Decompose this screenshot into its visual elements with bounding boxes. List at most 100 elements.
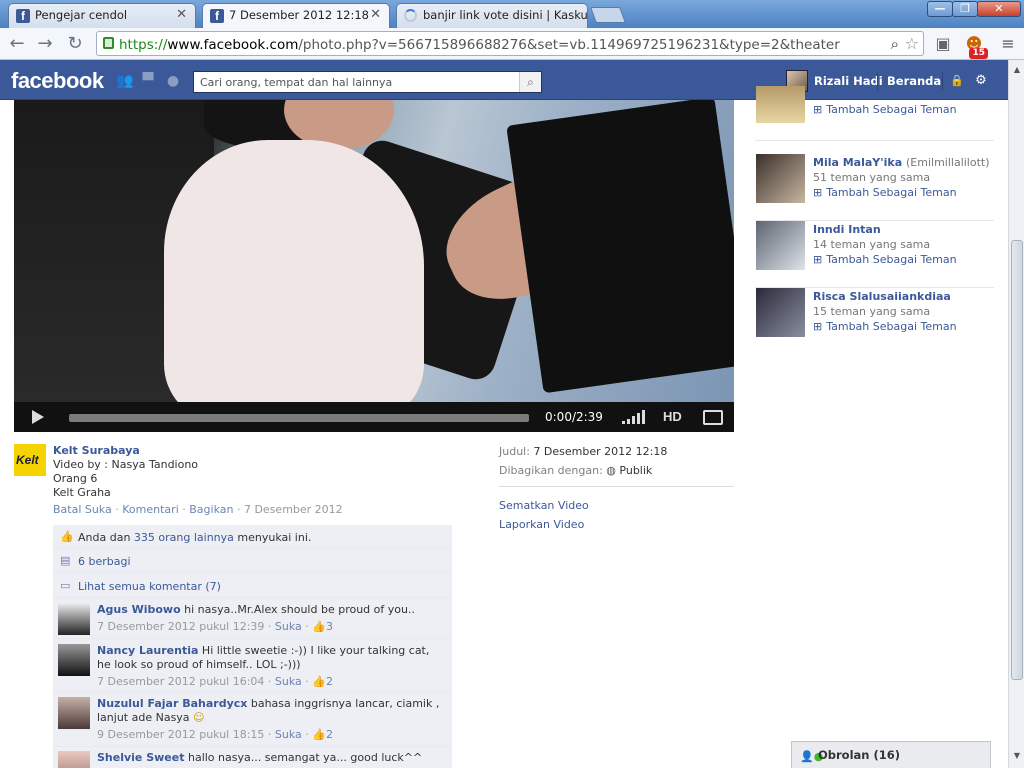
tab-title: Pengejar cendol bbox=[35, 8, 128, 22]
video-player[interactable]: 0:00/2:39 HD bbox=[14, 100, 734, 432]
globe-icon: ◍ bbox=[606, 464, 616, 477]
progress-bar[interactable] bbox=[69, 414, 529, 422]
report-video-link[interactable]: Laporkan Video bbox=[499, 518, 584, 531]
search-input[interactable]: Cari orang, tempat dan hal lainnya ⌕ bbox=[193, 71, 542, 93]
zoom-icon[interactable]: ⌕ bbox=[891, 35, 899, 53]
close-window-button[interactable]: ✕ bbox=[977, 1, 1021, 17]
add-friend-button[interactable]: ⊞ Tambah Sebagai Teman bbox=[813, 103, 957, 116]
friend-name[interactable]: Mila MalaY'ika bbox=[813, 156, 902, 169]
post-date: 7 Desember 2012 bbox=[243, 503, 343, 516]
add-friend-button[interactable]: ⊞ Tambah Sebagai Teman bbox=[813, 186, 957, 199]
commenter-name[interactable]: Nancy Laurentia bbox=[97, 644, 198, 657]
maximize-button[interactable]: ❐ bbox=[952, 1, 978, 17]
fullscreen-icon[interactable] bbox=[703, 410, 723, 425]
scroll-down-icon[interactable]: ▼ bbox=[1011, 750, 1023, 762]
close-tab-icon[interactable]: ✕ bbox=[370, 7, 381, 22]
volume-icon[interactable] bbox=[622, 410, 650, 424]
browser-toolbar: ← → ↻ https://www.facebook.com/photo.php… bbox=[0, 28, 1024, 60]
avatar[interactable] bbox=[756, 288, 805, 337]
minimize-button[interactable]: — bbox=[927, 1, 953, 17]
likes-row: 👍 Anda dan 335 orang lainnya menyukai in… bbox=[53, 525, 452, 549]
comment-like-count[interactable]: 2 bbox=[326, 728, 333, 741]
comment-like-count[interactable]: 2 bbox=[326, 675, 333, 688]
commenter-name[interactable]: Agus Wibowo bbox=[97, 603, 181, 616]
play-icon[interactable] bbox=[32, 410, 44, 424]
avatar[interactable] bbox=[58, 697, 90, 729]
commenter-name[interactable]: Nuzulul Fajar Bahardycx bbox=[97, 697, 247, 710]
close-tab-icon[interactable]: ✕ bbox=[176, 7, 187, 22]
embed-video-link[interactable]: Sematkan Video bbox=[499, 499, 589, 512]
smiley-icon: ☺ bbox=[193, 711, 205, 724]
friend-name[interactable]: Risca Slalusaiiankdiaa bbox=[813, 290, 951, 303]
comment-time: 9 Desember 2012 pukul 18:15 bbox=[97, 728, 265, 741]
caption-line: Orang 6 bbox=[53, 472, 98, 485]
divider bbox=[499, 486, 734, 487]
back-arrow-icon[interactable]: ← bbox=[6, 33, 28, 55]
post-caption: Kelt Surabaya Video by : Nasya Tandiono … bbox=[53, 444, 198, 500]
facebook-logo[interactable]: facebook bbox=[11, 68, 104, 94]
search-icon[interactable]: ⌕ bbox=[519, 72, 541, 92]
mutual-friends[interactable]: 14 teman yang sama bbox=[813, 238, 930, 251]
menu-icon[interactable]: ≡ bbox=[998, 34, 1018, 54]
mutual-friends[interactable]: 15 teman yang sama bbox=[813, 305, 930, 318]
friend-requests-icon[interactable]: 👥 bbox=[116, 74, 133, 88]
friend-name[interactable]: Inndi Intan bbox=[813, 223, 881, 236]
avatar[interactable] bbox=[756, 221, 805, 270]
unlike-link[interactable]: Batal Suka bbox=[53, 503, 112, 516]
avatar[interactable] bbox=[58, 603, 90, 635]
add-friend-button[interactable]: ⊞ Tambah Sebagai Teman bbox=[813, 253, 957, 266]
messages-icon[interactable]: ▀ bbox=[140, 74, 156, 88]
share-link[interactable]: Bagikan bbox=[189, 503, 233, 516]
suggestion-item: Mila MalaY'ika (Emilmillalilott) 51 tema… bbox=[755, 154, 994, 221]
suggestion-item: Inndi Intan 14 teman yang sama ⊞ Tambah S… bbox=[755, 221, 994, 288]
scroll-up-icon[interactable]: ▲ bbox=[1011, 64, 1023, 76]
tab-pengejar-cendol[interactable]: f Pengejar cendol ✕ bbox=[8, 3, 196, 28]
post-actions: Batal Suka · Komentari · Bagikan · 7 Des… bbox=[53, 503, 343, 516]
comment: Nancy Laurentia Hi little sweetie :-)) I… bbox=[53, 639, 452, 692]
privacy-value[interactable]: Publik bbox=[619, 464, 652, 477]
comment-bubble-icon: ▭ bbox=[60, 579, 71, 592]
comment-like-link[interactable]: Suka bbox=[275, 728, 302, 741]
address-bar[interactable]: https://www.facebook.com/photo.php?v=566… bbox=[96, 31, 924, 56]
add-friend-button[interactable]: ⊞ Tambah Sebagai Teman bbox=[813, 320, 957, 333]
avatar[interactable] bbox=[756, 86, 805, 123]
facebook-icon: f bbox=[210, 9, 224, 23]
video-frame bbox=[14, 100, 734, 420]
mutual-friends[interactable]: 51 teman yang sama bbox=[813, 171, 930, 184]
page-scrollbar[interactable]: ▲ ▼ bbox=[1008, 60, 1024, 768]
hd-toggle[interactable]: HD bbox=[663, 409, 682, 424]
forward-arrow-icon[interactable]: → bbox=[34, 33, 56, 55]
bookmark-star-icon[interactable]: ☆ bbox=[905, 34, 919, 53]
avatar[interactable] bbox=[58, 751, 90, 768]
view-all-comments-link[interactable]: Lihat semua komentar (7) bbox=[78, 580, 221, 593]
comment-like-link[interactable]: Suka bbox=[275, 620, 302, 633]
comment-like-link[interactable]: Suka bbox=[275, 675, 302, 688]
kelt-logo[interactable]: Kelt bbox=[14, 444, 46, 476]
commenter-name[interactable]: Shelvie Sweet bbox=[97, 751, 184, 764]
search-placeholder: Cari orang, tempat dan hal lainnya bbox=[200, 76, 393, 89]
new-tab-button[interactable] bbox=[590, 7, 626, 23]
shared-with-label: Dibagikan dengan: bbox=[499, 464, 603, 477]
extension-notification-icon[interactable]: ☻ 15 bbox=[964, 34, 988, 59]
extension-icon[interactable]: ▣ bbox=[933, 34, 953, 54]
tab-title: banjir link vote disini | Kaskus bbox=[423, 8, 588, 22]
likers-link[interactable]: 335 orang lainnya bbox=[134, 531, 234, 544]
shares-link[interactable]: 6 berbagi bbox=[78, 555, 131, 568]
reload-icon[interactable]: ↻ bbox=[64, 33, 86, 55]
shares-row: ▤ 6 berbagi bbox=[53, 549, 452, 573]
chat-tab[interactable]: 👤● Obrolan (16) bbox=[791, 741, 991, 768]
url-text: https://www.facebook.com/photo.php?v=566… bbox=[119, 37, 840, 53]
tab-kaskus[interactable]: banjir link vote disini | Kaskus bbox=[396, 3, 588, 28]
comment: Shelvie Sweet hallo nasya... semangat ya… bbox=[53, 747, 452, 768]
comment-link[interactable]: Komentari bbox=[122, 503, 178, 516]
comment-like-count[interactable]: 3 bbox=[326, 620, 333, 633]
post-author[interactable]: Kelt Surabaya bbox=[53, 444, 198, 458]
comment: Nuzulul Fajar Bahardycx bahasa inggrisny… bbox=[53, 692, 452, 747]
video-controls: 0:00/2:39 HD bbox=[14, 402, 734, 432]
comment: Agus Wibowo hi nasya..Mr.Alex should be … bbox=[53, 598, 452, 639]
tab-facebook-video[interactable]: f 7 Desember 2012 12:18 ✕ bbox=[202, 3, 390, 29]
notifications-globe-icon[interactable]: ● bbox=[165, 74, 181, 88]
avatar[interactable] bbox=[58, 644, 90, 676]
scrollbar-thumb[interactable] bbox=[1011, 240, 1023, 680]
avatar[interactable] bbox=[756, 154, 805, 203]
